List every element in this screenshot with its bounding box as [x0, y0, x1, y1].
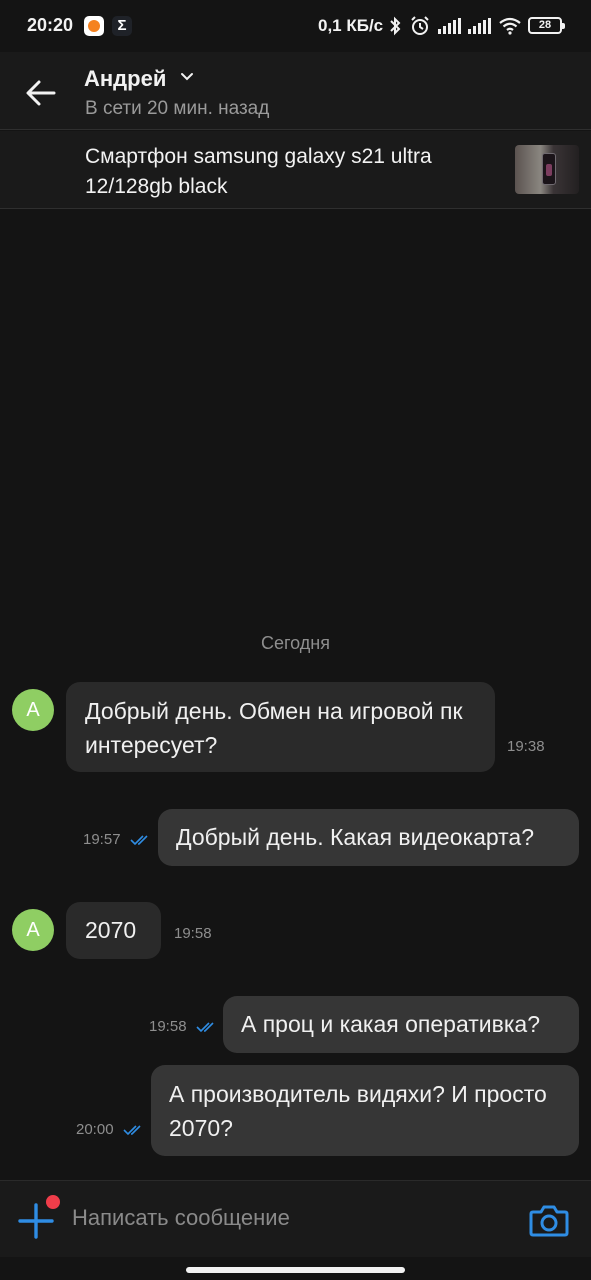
message-time: 19:57: [83, 831, 121, 848]
wifi-icon: [499, 17, 521, 35]
home-indicator[interactable]: [186, 1267, 405, 1273]
message-input[interactable]: Написать сообщение: [72, 1205, 290, 1231]
system-icons: 28: [388, 14, 570, 38]
message-bubble-outgoing[interactable]: А проц и какая оперативка?: [223, 996, 579, 1053]
notification-app-icon: [84, 16, 104, 36]
listing-banner[interactable]: Смартфон samsung galaxy s21 ultra 12/128…: [0, 131, 591, 209]
phone-image: [542, 153, 556, 185]
avatar[interactable]: А: [12, 909, 54, 951]
message-bubble-incoming[interactable]: 2070: [66, 902, 161, 959]
message-text: А производитель видяхи? И просто 2070?: [169, 1081, 547, 1141]
signal-icon: [468, 18, 492, 34]
message-bubble-outgoing[interactable]: Добрый день. Какая видеокарта?: [158, 809, 579, 866]
status-time: 20:20: [27, 15, 74, 35]
double-check-icon: [130, 835, 148, 846]
message-time: 19:38: [507, 738, 545, 755]
listing-thumbnail[interactable]: [515, 145, 579, 194]
message-text: А проц и какая оперативка?: [241, 1011, 540, 1037]
contact-status: В сети 20 мин. назад: [85, 98, 270, 119]
message-text: Добрый день. Какая видеокарта?: [176, 824, 535, 850]
day-separator: Сегодня: [261, 633, 330, 653]
chevron-down-icon[interactable]: [180, 72, 194, 82]
alarm-icon: [411, 16, 429, 35]
double-check-icon: [123, 1125, 141, 1136]
network-speed: 0,1 КБ/с: [318, 16, 384, 35]
battery-icon: 28: [528, 17, 565, 34]
message-time: 19:58: [149, 1018, 187, 1035]
message-text: Добрый день. Обмен на игровой пк интерес…: [85, 698, 463, 758]
listing-title: Смартфон samsung galaxy s21 ultra 12/128…: [85, 145, 432, 198]
message-composer: Написать сообщение: [0, 1180, 591, 1257]
status-bar: 20:20 Σ 0,1 КБ/с 28: [0, 0, 591, 52]
contact-name[interactable]: Андрей: [84, 66, 166, 92]
avatar[interactable]: А: [12, 689, 54, 731]
message-time: 20:00: [76, 1121, 114, 1138]
signal-icon: [438, 18, 462, 34]
message-text: 2070: [85, 917, 137, 943]
notification-dot: [46, 1195, 60, 1209]
camera-icon[interactable]: [529, 1203, 569, 1237]
message-time: 19:58: [174, 925, 212, 942]
double-check-icon: [196, 1022, 214, 1033]
sigma-app-icon: Σ: [112, 16, 132, 36]
chat-header: Андрей В сети 20 мин. назад: [0, 52, 591, 130]
message-bubble-incoming[interactable]: Добрый день. Обмен на игровой пк интерес…: [66, 682, 495, 772]
bluetooth-icon: [390, 16, 401, 36]
back-arrow-icon[interactable]: [24, 78, 58, 108]
message-bubble-outgoing[interactable]: А производитель видяхи? И просто 2070?: [151, 1065, 579, 1156]
